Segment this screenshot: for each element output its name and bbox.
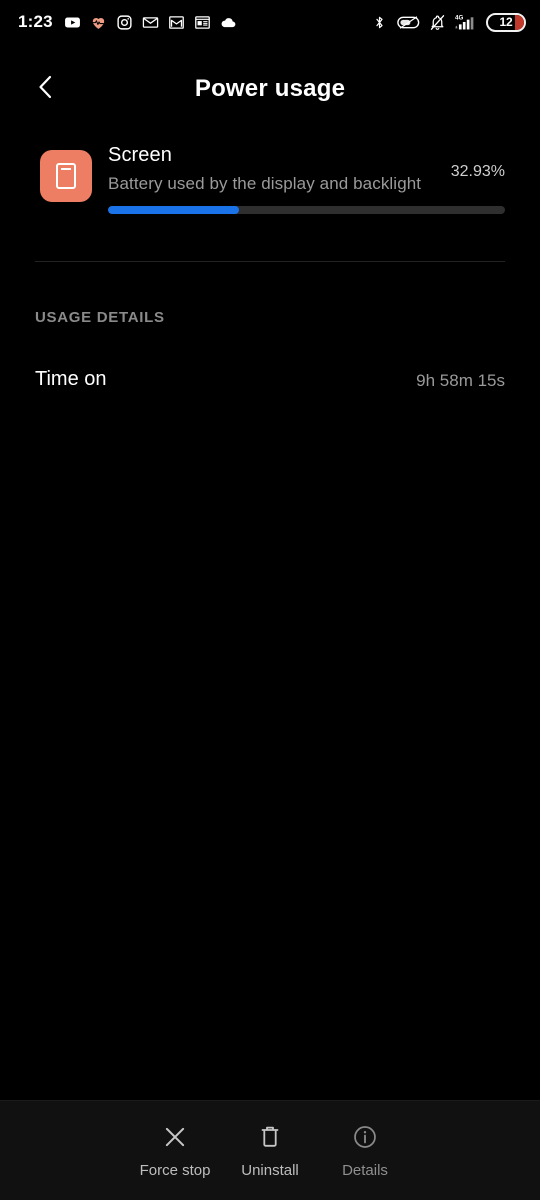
screen-app-icon — [40, 150, 92, 202]
info-icon — [351, 1123, 379, 1151]
details-label: Details — [342, 1161, 388, 1179]
bluetooth-icon — [371, 14, 388, 31]
app-bar: Power usage — [0, 56, 540, 122]
uninstall-label: Uninstall — [241, 1161, 299, 1179]
svg-text:4G: 4G — [455, 15, 463, 22]
summary-percent: 32.93% — [450, 163, 505, 180]
force-stop-label: Force stop — [139, 1161, 211, 1179]
force-stop-button[interactable]: Force stop — [128, 1123, 223, 1179]
mail-icon — [142, 14, 159, 31]
notifications-muted-icon — [429, 14, 446, 31]
power-usage-summary: Screen Battery used by the display and b… — [0, 144, 540, 230]
trash-icon — [256, 1123, 284, 1151]
instagram-icon — [116, 14, 133, 31]
battery-level-label: 12 — [499, 15, 513, 29]
detail-value: 9h 58m 15s — [416, 371, 505, 390]
signal-4g-icon: 4G — [455, 14, 477, 31]
news-icon — [194, 14, 211, 31]
summary-subtitle: Battery used by the display and backligh… — [108, 174, 422, 193]
usage-details-header: USAGE DETAILS — [35, 309, 165, 326]
status-bar: 1:23 4G 12 — [0, 0, 540, 44]
cloud-icon — [220, 14, 237, 31]
heart-rate-icon — [90, 14, 107, 31]
alarm-off-icon — [397, 14, 420, 31]
battery-progress-fill — [108, 206, 239, 214]
battery-indicator: 12 — [486, 12, 526, 32]
close-icon — [161, 1123, 189, 1151]
gmail-icon — [168, 14, 185, 31]
status-bar-right: 4G 12 — [371, 12, 526, 32]
section-divider — [35, 261, 505, 262]
details-button[interactable]: Details — [318, 1123, 413, 1179]
youtube-icon — [64, 14, 81, 31]
screen-glyph-icon — [56, 163, 76, 189]
detail-row-time-on: Time on 9h 58m 15s — [0, 368, 540, 402]
page-title: Power usage — [194, 75, 346, 102]
summary-title: Screen — [108, 144, 172, 166]
status-bar-left: 1:23 — [18, 12, 237, 32]
status-bar-clock: 1:23 — [18, 12, 53, 31]
bottom-action-bar: Force stop Uninstall Details — [0, 1100, 540, 1200]
detail-label: Time on — [35, 368, 107, 390]
battery-fill — [515, 14, 524, 30]
battery-progress-bar — [108, 206, 505, 214]
uninstall-button[interactable]: Uninstall — [223, 1123, 318, 1179]
